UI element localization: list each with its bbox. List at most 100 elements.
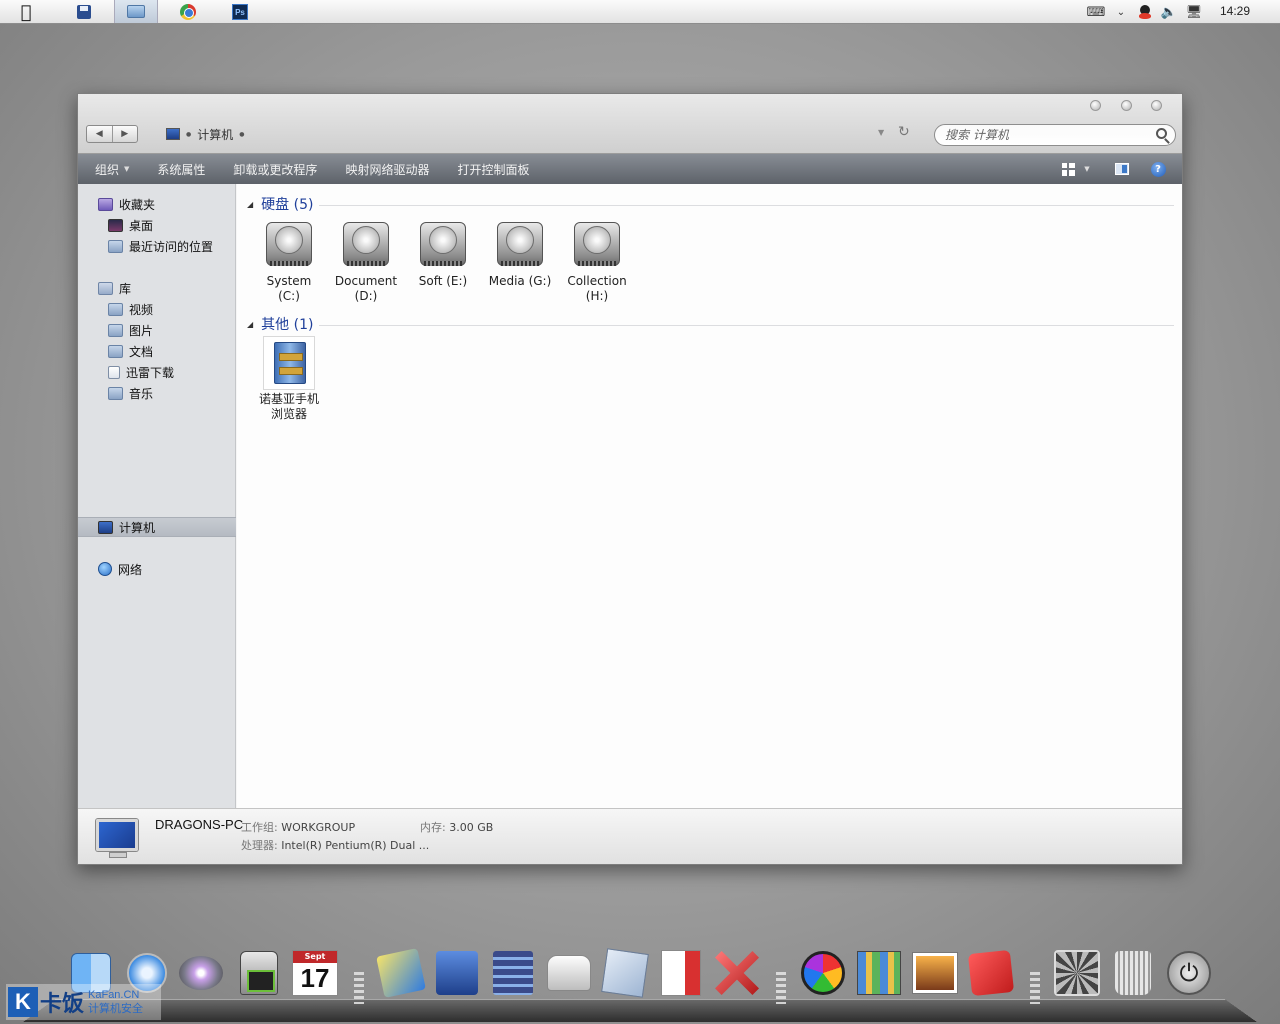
- nav-item-recent-places[interactable]: 最近访问的位置: [108, 236, 213, 256]
- clock[interactable]: 14:29: [1220, 4, 1260, 18]
- recent-places-icon: [108, 239, 123, 253]
- collapse-triangle-icon[interactable]: ◢: [247, 320, 253, 329]
- drive-media-g[interactable]: Media (G:): [485, 220, 555, 289]
- refresh-icon[interactable]: ↻: [898, 124, 910, 140]
- workgroup-value: WORKGROUP: [281, 821, 356, 834]
- hard-drive-icon: [572, 220, 622, 270]
- address-bar[interactable]: ● 计算机 ●: [166, 124, 906, 144]
- dock-wheel-icon[interactable]: [798, 948, 848, 998]
- dock-trash-icon[interactable]: [1108, 948, 1158, 998]
- search-icon[interactable]: [1156, 128, 1167, 139]
- system-properties-button[interactable]: 系统属性: [143, 154, 219, 184]
- search-box[interactable]: [934, 124, 1176, 146]
- nav-item-libraries[interactable]: 库: [98, 278, 131, 298]
- navigation-pane: 收藏夹 桌面 最近访问的位置 库 视频 图片 文档 迅雷下载 音乐 计算机 网络: [78, 184, 236, 808]
- memory-label: 内存:: [420, 821, 446, 834]
- floppy-icon[interactable]: [72, 2, 96, 22]
- nav-item-pictures[interactable]: 图片: [108, 320, 153, 340]
- watermark-text: KaFan.CN 计算机安全: [88, 989, 143, 1015]
- nav-item-label: 图片: [129, 323, 154, 338]
- search-input[interactable]: [945, 128, 1145, 142]
- close-button[interactable]: [1151, 100, 1162, 111]
- group-header-hard-disks[interactable]: ◢ 硬盘 (5): [247, 194, 313, 214]
- nav-item-label: 收藏夹: [119, 197, 156, 212]
- photoshop-icon[interactable]: Ps: [228, 2, 252, 22]
- dock-power-icon[interactable]: ⏻: [1164, 948, 1214, 998]
- organize-button[interactable]: 组织 ▼: [78, 154, 143, 184]
- forward-button[interactable]: ▶: [113, 126, 138, 142]
- nav-item-label: 网络: [118, 562, 143, 577]
- nav-item-thunder-downloads[interactable]: 迅雷下载: [108, 362, 174, 382]
- preview-pane-button[interactable]: [1114, 161, 1130, 177]
- workgroup-label: 工作组:: [241, 821, 278, 834]
- chevron-down-icon: ▼: [124, 165, 130, 173]
- nav-item-music[interactable]: 音乐: [108, 383, 153, 403]
- dock-calendar-icon[interactable]: Sept 17: [290, 948, 340, 998]
- music-library-icon: [108, 386, 123, 400]
- group-title: 硬盘 (5): [261, 197, 314, 213]
- view-grid-icon: [1061, 162, 1075, 176]
- volume-icon[interactable]: 🔈: [1160, 3, 1178, 21]
- network-status-icon[interactable]: 🖥: [1184, 3, 1204, 21]
- dock-masks-icon[interactable]: [432, 948, 482, 998]
- back-button[interactable]: ◀: [87, 126, 113, 142]
- dock-winamp-icon[interactable]: [376, 948, 426, 998]
- dock-speaker-icon[interactable]: [176, 948, 226, 998]
- content-area[interactable]: ◢ 硬盘 (5) System (C:) Document (D:) Soft …: [237, 184, 1182, 808]
- qq-penguin-icon[interactable]: [1136, 3, 1154, 21]
- preview-pane-icon: [1115, 163, 1129, 175]
- calendar-day: 17: [300, 963, 330, 993]
- nav-item-label: 迅雷下载: [126, 365, 175, 380]
- computer-icon: [98, 520, 113, 534]
- dock-photo-icon[interactable]: [910, 948, 960, 998]
- title-bar[interactable]: ◀ ▶ ● 计算机 ● ▼ ↻: [78, 94, 1182, 154]
- breadcrumb-computer[interactable]: 计算机: [197, 126, 233, 143]
- change-view-button[interactable]: [1060, 161, 1076, 177]
- maximize-button[interactable]: [1121, 100, 1132, 111]
- dock-crossover-icon[interactable]: [712, 948, 762, 998]
- dock-books-icon[interactable]: [656, 948, 706, 998]
- processor-label: 处理器:: [241, 839, 278, 852]
- dock-film-icon[interactable]: [488, 948, 538, 998]
- nav-item-network[interactable]: 网络: [98, 559, 142, 579]
- nav-item-label: 桌面: [129, 218, 154, 233]
- group-divider: [319, 325, 1174, 326]
- collapse-triangle-icon[interactable]: ◢: [247, 200, 253, 209]
- dock-red-app-icon[interactable]: [966, 948, 1016, 998]
- nav-item-computer[interactable]: 计算机: [98, 517, 155, 537]
- drive-label: Media (G:): [488, 274, 552, 288]
- chrome-icon[interactable]: [176, 2, 200, 22]
- group-header-other[interactable]: ◢ 其他 (1): [247, 314, 313, 334]
- nav-item-desktop[interactable]: 桌面: [108, 215, 153, 235]
- item-nokia-browser[interactable]: 诺基亚手机浏览器: [254, 336, 324, 422]
- nav-item-videos[interactable]: 视频: [108, 299, 153, 319]
- picture-library-icon: [108, 323, 123, 337]
- breadcrumb-separator-icon[interactable]: ●: [186, 131, 191, 138]
- drive-document-d[interactable]: Document (D:): [331, 220, 401, 304]
- dock-preview-icon[interactable]: [600, 948, 650, 998]
- chevron-down-icon[interactable]: ⌄: [1114, 3, 1128, 21]
- breadcrumb-separator-icon[interactable]: ●: [239, 131, 244, 138]
- map-network-drive-button[interactable]: 映射网络驱动器: [331, 154, 443, 184]
- dock-toaster-icon[interactable]: [544, 948, 594, 998]
- drive-collection-h[interactable]: Collection (H:): [562, 220, 632, 304]
- uninstall-program-button[interactable]: 卸载或更改程序: [219, 154, 331, 184]
- nav-item-label: 最近访问的位置: [129, 239, 214, 254]
- keyboard-icon[interactable]: ⌨: [1086, 3, 1106, 21]
- dock-bookshelf-icon[interactable]: [854, 948, 904, 998]
- dock-system-preferences-icon[interactable]: [1052, 948, 1102, 998]
- dock-camera-icon[interactable]: [234, 948, 284, 998]
- view-options-chevron-icon[interactable]: ▼: [1082, 161, 1092, 177]
- drive-system-c[interactable]: System (C:): [254, 220, 324, 304]
- folder-icon[interactable]: [114, 0, 158, 23]
- open-control-panel-button[interactable]: 打开控制面板: [443, 154, 543, 184]
- minimize-button[interactable]: [1090, 100, 1101, 111]
- apple-menu-icon[interactable]: : [14, 2, 38, 23]
- address-history-chevron-icon[interactable]: ▼: [878, 128, 884, 137]
- help-button[interactable]: ?: [1150, 161, 1166, 177]
- watermark-subtitle: 计算机安全: [88, 1002, 144, 1015]
- computer-icon: [166, 128, 180, 140]
- nav-item-documents[interactable]: 文档: [108, 341, 153, 361]
- nav-item-favorites[interactable]: 收藏夹: [98, 194, 155, 214]
- drive-soft-e[interactable]: Soft (E:): [408, 220, 478, 289]
